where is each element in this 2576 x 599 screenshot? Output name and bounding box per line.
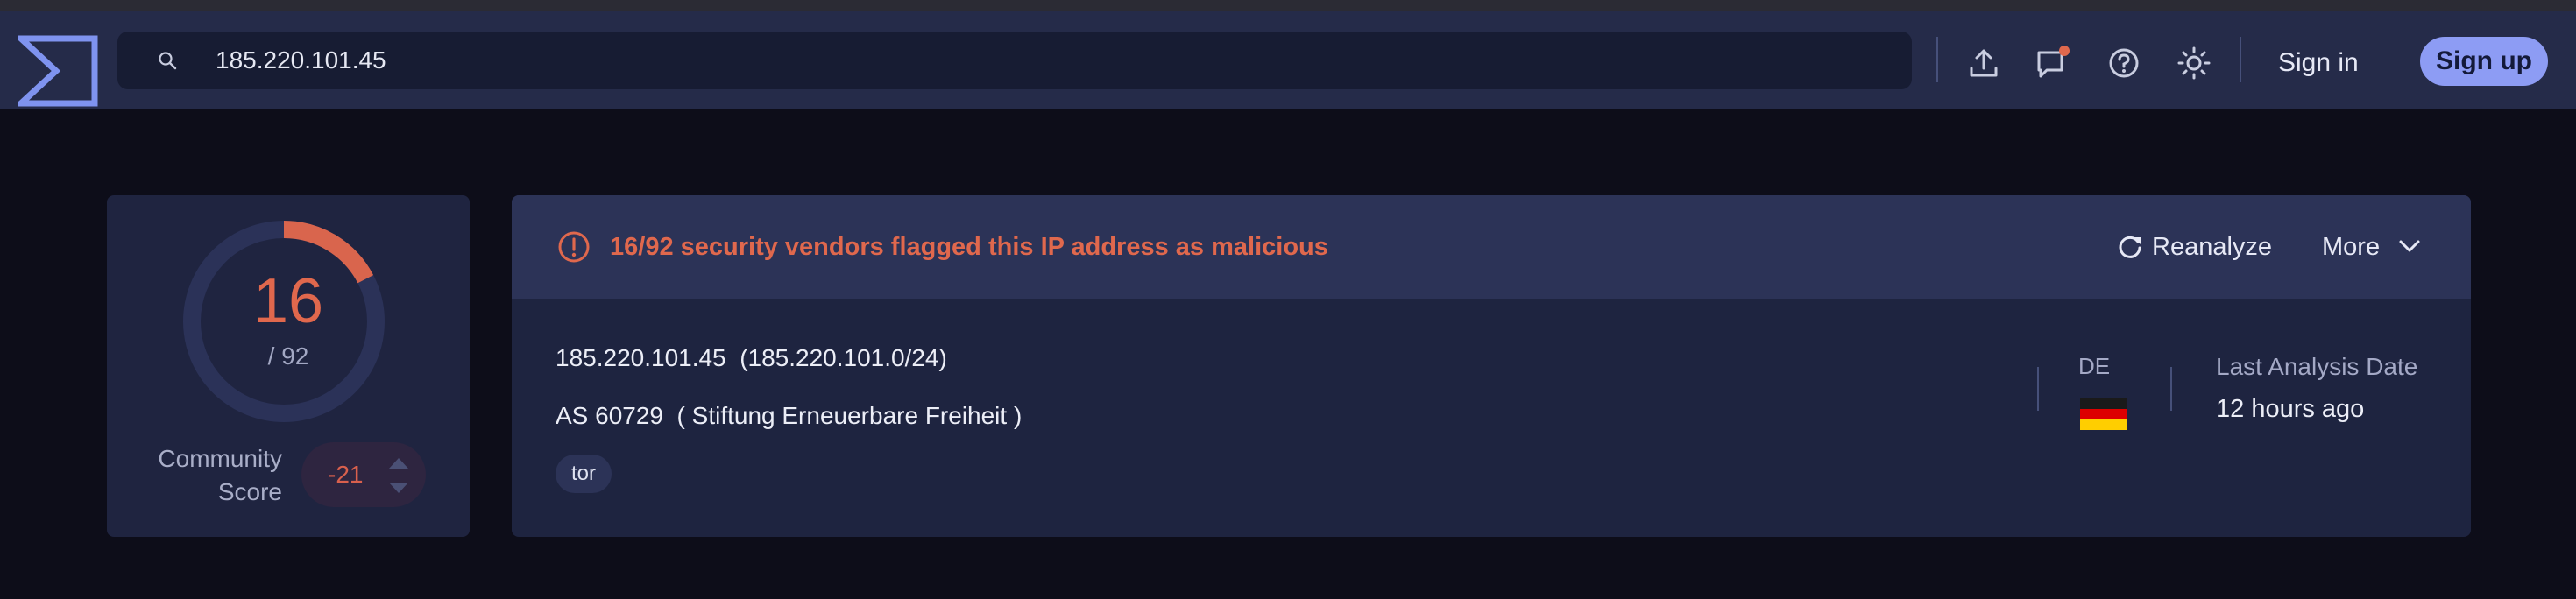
ip-summary-card: 16/92 security vendors flagged this IP a… <box>512 195 2471 537</box>
ip-address-range: 185.220.101.45 (185.220.101.0/24) <box>556 344 947 371</box>
last-analysis-label: Last Analysis Date <box>2216 353 2418 380</box>
virustotal-logo-icon[interactable] <box>18 35 98 107</box>
header-divider <box>2240 37 2241 82</box>
reanalyze-button[interactable]: Reanalyze <box>2115 195 2272 299</box>
autonomous-system[interactable]: AS 60729 ( Stiftung Erneuerbare Freiheit… <box>556 402 1022 430</box>
sign-in-link[interactable]: Sign in <box>2278 39 2359 88</box>
vote-down-icon[interactable] <box>387 481 410 495</box>
more-menu-button[interactable]: More <box>2322 195 2380 299</box>
detection-alert-bar: 16/92 security vendors flagged this IP a… <box>512 195 2471 299</box>
sign-up-button[interactable]: Sign up <box>2420 37 2548 86</box>
notification-dot <box>2059 46 2070 56</box>
detection-count: 16 <box>252 266 324 336</box>
search-icon <box>159 52 177 70</box>
details-divider <box>2037 367 2039 411</box>
germany-flag-icon <box>2080 398 2127 430</box>
search-input[interactable] <box>216 32 1880 89</box>
community-score-control: -21 <box>301 442 426 507</box>
upload-icon[interactable] <box>1966 46 2001 81</box>
detection-total: / 92 <box>267 342 309 370</box>
search-bar[interactable] <box>117 32 1912 89</box>
community-score-value: -21 <box>328 461 364 488</box>
details-divider <box>2170 367 2172 411</box>
community-score-label: Community Score <box>158 445 282 505</box>
chat-icon[interactable] <box>2035 46 2070 81</box>
alert-circle-icon <box>558 231 590 263</box>
header-divider <box>1936 37 1938 82</box>
theme-icon[interactable] <box>2176 46 2212 81</box>
last-analysis-value: 12 hours ago <box>2216 395 2365 423</box>
detection-alert-text: 16/92 security vendors flagged this IP a… <box>610 233 1328 261</box>
country-code: DE <box>2077 353 2111 379</box>
chevron-down-icon[interactable] <box>2397 237 2422 255</box>
top-header: Sign in Sign up <box>0 11 2576 109</box>
detection-score-card: 16 / 92 Community Score -21 <box>107 195 470 537</box>
tag-tor[interactable]: tor <box>556 455 612 493</box>
help-icon[interactable] <box>2106 46 2141 81</box>
window-top-strip <box>0 0 2576 11</box>
vote-up-icon[interactable] <box>387 456 410 470</box>
